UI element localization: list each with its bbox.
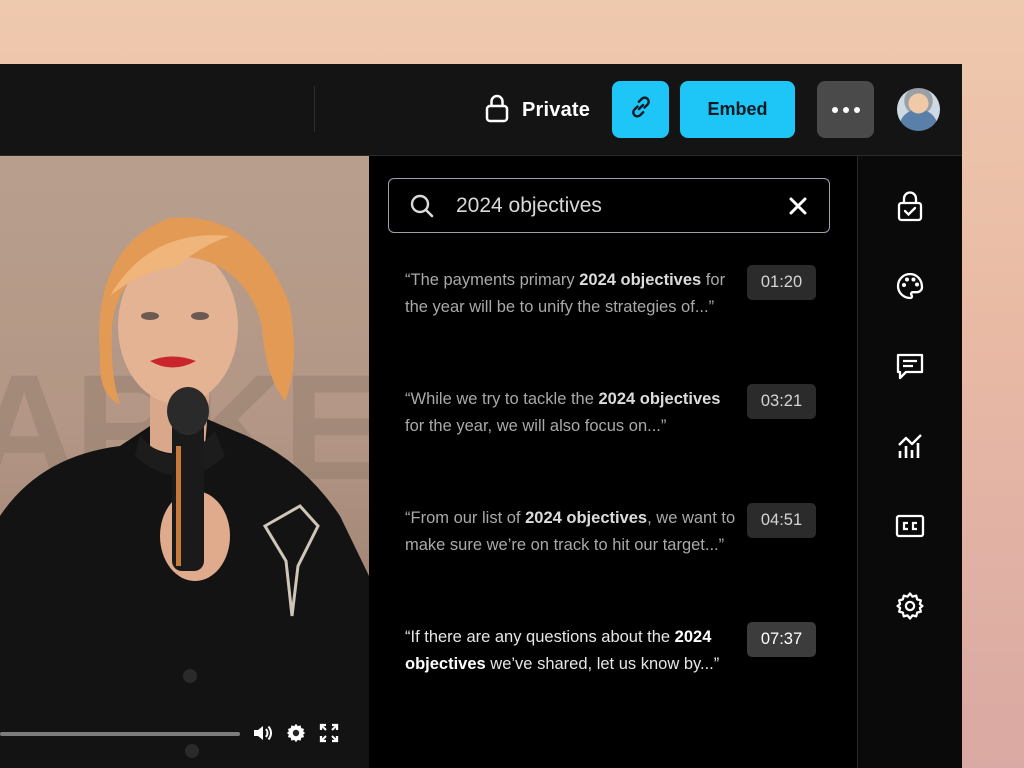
settings-icon[interactable]	[285, 722, 307, 744]
quote-text: we’ve shared, let us know by...”	[485, 655, 720, 673]
settings-icon[interactable]	[894, 590, 926, 622]
analytics-icon[interactable]	[894, 430, 926, 462]
timestamp-button[interactable]: 03:21	[747, 384, 816, 419]
quote-text: “The payments primary	[405, 271, 580, 289]
lock-icon	[484, 93, 510, 128]
quote-highlight: 2024 objectives	[598, 390, 721, 408]
lock-check-icon[interactable]	[894, 190, 926, 222]
search-icon	[409, 193, 435, 224]
search-query[interactable]: 2024 objectives	[456, 194, 602, 218]
top-bar: Private Embed	[0, 64, 962, 156]
quote-text: “From our list of	[405, 509, 526, 527]
search-result[interactable]: “From our list of 2024 objectives, we wa…	[405, 503, 845, 559]
privacy-toggle[interactable]: Private	[484, 94, 590, 126]
embed-button[interactable]: Embed	[680, 81, 795, 138]
privacy-label: Private	[522, 98, 591, 121]
palette-icon[interactable]	[894, 270, 926, 302]
more-icon-dot	[853, 106, 860, 113]
timestamp-button[interactable]: 01:20	[747, 265, 816, 300]
captions-icon[interactable]	[894, 510, 926, 542]
more-icon-dot	[842, 106, 849, 113]
fullscreen-icon[interactable]	[318, 722, 340, 744]
link-icon	[628, 94, 654, 125]
more-icon	[831, 106, 838, 113]
progress-bar[interactable]	[0, 732, 240, 736]
result-quote: “If there are any questions about the 20…	[405, 624, 737, 678]
transcript-search-input[interactable]: 2024 objectives	[388, 178, 830, 233]
app-window: Private Embed ARKE	[0, 64, 962, 768]
search-result[interactable]: “The payments primary 2024 objectives fo…	[405, 265, 845, 321]
divider	[314, 86, 315, 132]
result-quote: “While we try to tackle the 2024 objecti…	[405, 386, 737, 440]
clear-search-icon[interactable]	[785, 193, 811, 224]
quote-text: “If there are any questions about the	[405, 628, 675, 646]
search-result-active[interactable]: “If there are any questions about the 20…	[405, 622, 845, 678]
quote-highlight: 2024 objectives	[579, 271, 702, 289]
video-player[interactable]: ARKE	[0, 156, 369, 768]
speaker-image	[0, 217, 369, 768]
side-toolbar	[857, 156, 962, 768]
quote-text: “While we try to tackle the	[405, 390, 599, 408]
user-avatar[interactable]	[897, 88, 940, 131]
volume-icon[interactable]	[252, 722, 274, 744]
result-quote: “The payments primary 2024 objectives fo…	[405, 267, 737, 321]
quote-text: for the year, we will also focus on...”	[405, 417, 667, 435]
more-options-button[interactable]	[817, 81, 874, 138]
video-controls	[0, 714, 369, 754]
quote-highlight: 2024 objectives	[525, 509, 648, 527]
timestamp-button[interactable]: 07:37	[747, 622, 816, 657]
search-result[interactable]: “While we try to tackle the 2024 objecti…	[405, 384, 845, 440]
result-quote: “From our list of 2024 objectives, we wa…	[405, 505, 737, 559]
copy-link-button[interactable]	[612, 81, 669, 138]
timestamp-button[interactable]: 04:51	[747, 503, 816, 538]
comments-icon[interactable]	[894, 350, 926, 382]
transcript-search-panel: 2024 objectives “The payments primary 20…	[369, 156, 857, 768]
